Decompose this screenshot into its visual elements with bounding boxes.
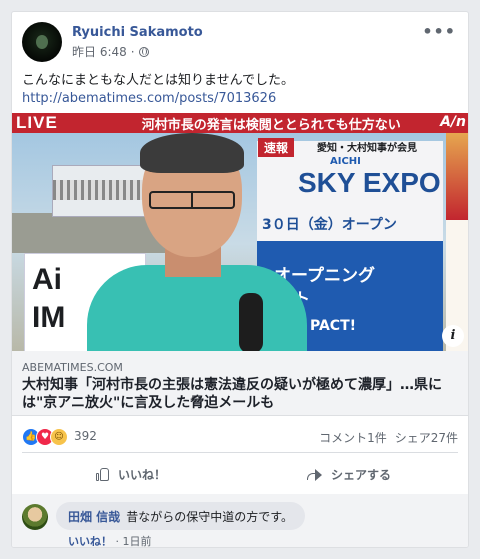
comment-count[interactable]: コメント1件	[319, 429, 387, 446]
comment-text: 昔ながらの保守中道の方です。	[126, 509, 293, 524]
author-name[interactable]: Ryuichi Sakamoto	[72, 25, 203, 40]
news-subtitle: 愛知・大村知事が会見	[317, 143, 417, 154]
post-card: Ryuichi Sakamoto 昨日 6:48 · ••• こんなにまともな人…	[11, 11, 469, 548]
post-text: こんなにまともな人だとは知りませんでした。	[22, 73, 294, 88]
banner-text-2: IM	[32, 301, 66, 334]
expo-small-text: AICHI	[330, 156, 361, 167]
link-preview[interactable]: ABEMATIMES.COM 大村知事「河村市長の主張は憲法違反の疑いが極めて濃…	[12, 351, 468, 416]
impact-text: PACT!	[310, 318, 357, 334]
comment-time[interactable]: 1日前	[123, 535, 152, 547]
comments-section: 田畑 信哉 昔ながらの保守中道の方です。 いいね！ · 1日前	[12, 494, 468, 548]
comment-like-link[interactable]: いいね！	[68, 535, 112, 547]
speaker-figure	[87, 133, 307, 351]
live-label: LIVE	[16, 113, 58, 132]
like-button[interactable]: いいね！	[22, 459, 240, 489]
info-icon[interactable]: i	[442, 325, 464, 347]
post-meta: 昨日 6:48 ·	[72, 43, 149, 60]
right-strip	[446, 133, 468, 351]
comment-bubble: 田畑 信哉 昔ながらの保守中道の方です。	[56, 502, 305, 530]
reaction-icons[interactable]: 👍 ♥ ☺	[22, 428, 68, 446]
share-button[interactable]: シェアする	[240, 459, 458, 489]
like-button-label: いいね！	[117, 467, 166, 482]
ticker-text: 河村市長の発言は検閲ととられても仕方ない	[141, 117, 401, 133]
expo-title: SKY EXPO	[298, 167, 441, 198]
comment-meta-separator: ·	[115, 535, 120, 548]
post-url-link[interactable]: http://abematimes.com/posts/7013626	[22, 91, 276, 106]
reaction-stats: 👍 ♥ ☺ 392 コメント1件 シェア27件	[22, 426, 458, 446]
post-header: Ryuichi Sakamoto 昨日 6:48 · •••	[22, 22, 458, 62]
link-title[interactable]: 大村知事「河村市長の主張は憲法違反の疑いが極めて濃厚」…県には"京アニ放火"に言…	[22, 376, 462, 412]
channel-brand: A/n	[440, 114, 466, 130]
meta-separator: ·	[130, 44, 135, 59]
share-count[interactable]: シェア27件	[395, 429, 458, 446]
thumbs-up-icon	[95, 467, 110, 481]
comment-actions: いいね！ · 1日前	[68, 533, 152, 548]
haha-reaction-icon: ☺	[50, 428, 68, 446]
share-icon	[306, 468, 323, 481]
link-domain: ABEMATIMES.COM	[22, 361, 123, 374]
action-bar: いいね！ シェアする	[22, 459, 458, 489]
commenter-name[interactable]: 田畑 信哉	[68, 508, 120, 525]
reaction-count[interactable]: 392	[74, 429, 97, 443]
engagement-counts: コメント1件 シェア27件	[319, 429, 458, 446]
post-time[interactable]: 昨日 6:48	[72, 43, 127, 60]
link-image[interactable]: 速報 愛知・大村知事が会見 AICHI SKY EXPO 3０日（金）オープン …	[12, 113, 468, 351]
speaker-shirt	[87, 265, 307, 351]
banner-text-1: Ai	[32, 263, 62, 296]
speaker-glasses	[149, 191, 235, 209]
more-options-button[interactable]: •••	[422, 22, 456, 41]
author-avatar[interactable]	[22, 22, 62, 62]
commenter-avatar[interactable]	[22, 504, 48, 530]
speaker-hair	[140, 133, 244, 173]
news-ticker-band: LIVE 河村市長の発言は検閲ととられても仕方ない A/n	[12, 113, 468, 133]
divider-top	[22, 452, 458, 453]
share-button-label: シェアする	[330, 467, 391, 482]
microphone	[239, 293, 263, 351]
globe-icon[interactable]	[138, 46, 149, 57]
